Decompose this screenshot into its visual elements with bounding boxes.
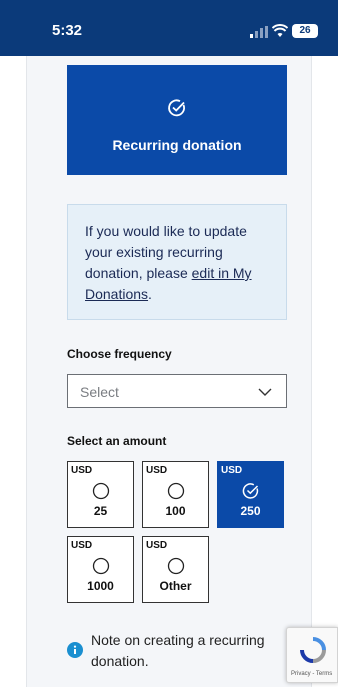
amount-tile-other[interactable]: USD Other (142, 536, 209, 603)
currency-label: USD (146, 465, 168, 476)
signal-icon (250, 26, 268, 38)
chevron-down-icon (258, 388, 272, 396)
amount-value: 25 (93, 504, 108, 518)
recurring-note[interactable]: Note on creating a recurring donation. (67, 630, 282, 672)
battery-icon: 26 (292, 24, 318, 38)
amount-tile-25[interactable]: USD 25 (67, 461, 134, 528)
recurring-donation-option[interactable]: Recurring donation (67, 65, 287, 175)
info-box: If you would like to update your existin… (67, 204, 287, 320)
amount-value: 1000 (87, 579, 114, 593)
status-time: 5:32 (52, 22, 83, 39)
info-text-end: . (148, 286, 152, 302)
currency-label: USD (146, 540, 168, 551)
amount-label: Select an amount (67, 434, 167, 448)
frequency-select[interactable]: Select (67, 374, 287, 408)
currency-label: USD (71, 465, 93, 476)
recurring-donation-label: Recurring donation (112, 137, 242, 153)
amount-value: 250 (240, 504, 261, 518)
amount-value: 100 (165, 504, 186, 518)
frequency-placeholder: Select (80, 384, 119, 400)
donation-form: Recurring donation If you would like to … (26, 56, 312, 687)
currency-label: USD (71, 540, 93, 551)
recaptcha-logo-icon (300, 637, 326, 663)
amount-value: Other (159, 579, 192, 593)
recaptcha-badge[interactable]: Privacy - Terms (286, 627, 338, 683)
note-text: Note on creating a recurring donation. (91, 632, 265, 669)
wifi-icon (272, 24, 288, 37)
recaptcha-footer[interactable]: Privacy - Terms (291, 671, 332, 677)
amount-tile-100[interactable]: USD 100 (142, 461, 209, 528)
currency-label: USD (221, 465, 243, 476)
radio-icon (167, 482, 185, 500)
info-icon (67, 642, 83, 658)
radio-icon (167, 557, 185, 575)
frequency-label: Choose frequency (67, 347, 172, 361)
check-circle-icon (242, 483, 259, 499)
amount-tile-250[interactable]: USD 250 (217, 461, 284, 528)
radio-icon (92, 482, 110, 500)
radio-icon (92, 557, 110, 575)
check-circle-icon (168, 99, 185, 117)
status-bar: 5:32 26 (0, 0, 338, 56)
amount-tile-1000[interactable]: USD 1000 (67, 536, 134, 603)
